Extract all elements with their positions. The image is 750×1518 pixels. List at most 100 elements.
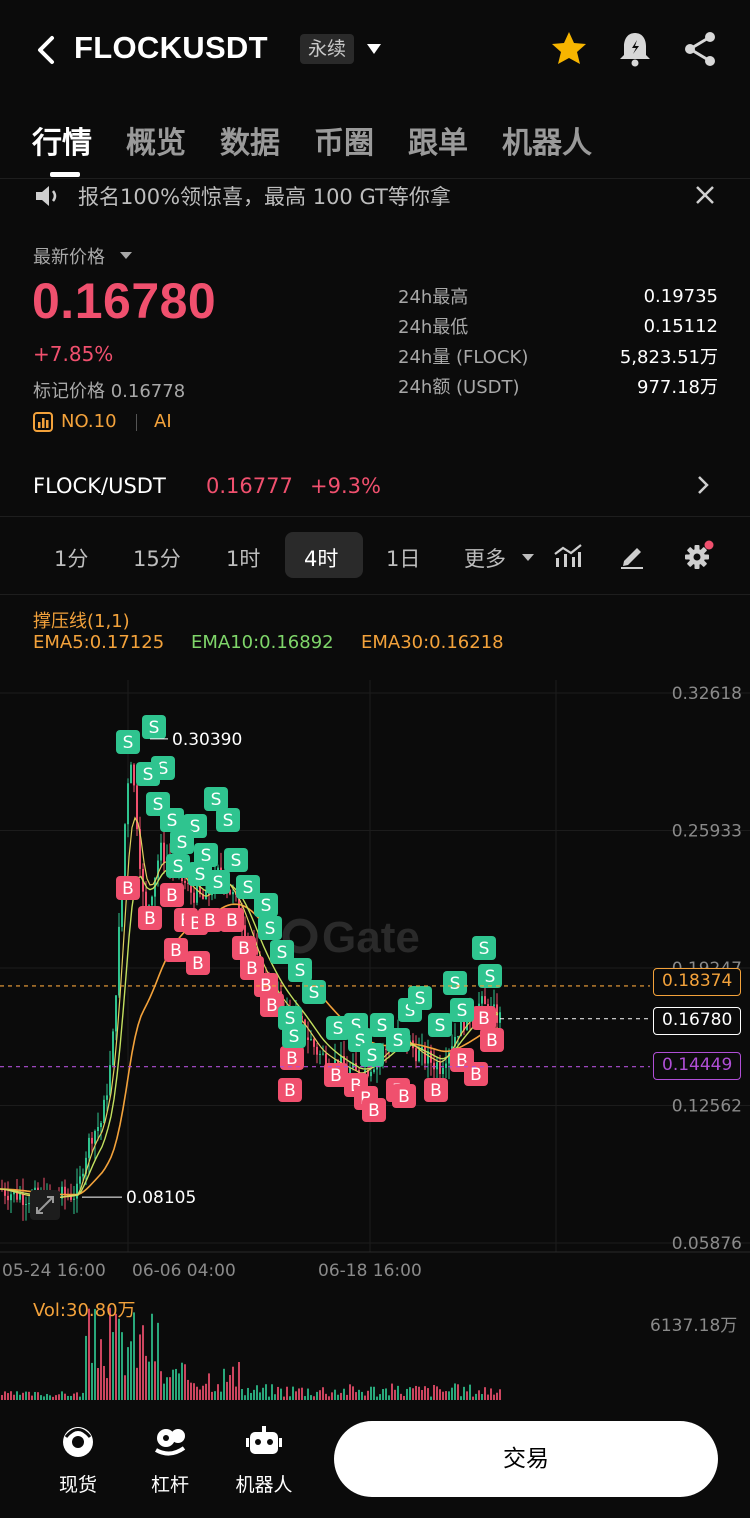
- volume-bar: [421, 1390, 423, 1400]
- svg-text:S: S: [295, 961, 306, 981]
- candle-body: [124, 824, 126, 878]
- svg-text:B: B: [204, 911, 216, 931]
- volume-bar: [265, 1384, 267, 1400]
- candle-body: [103, 1099, 105, 1124]
- volume-bar: [139, 1334, 141, 1400]
- interval-more[interactable]: 更多: [464, 543, 506, 573]
- nav-bot[interactable]: 机器人: [224, 1424, 304, 1497]
- svg-text:S: S: [479, 939, 490, 959]
- volume-bar: [391, 1383, 393, 1400]
- volume-bar: [448, 1391, 450, 1400]
- svg-text:S: S: [485, 967, 496, 987]
- candle-body: [25, 1203, 27, 1205]
- star-icon[interactable]: [550, 30, 588, 68]
- volume-bar: [202, 1385, 204, 1400]
- interval-4h[interactable]: 4时: [304, 543, 338, 573]
- indicator-icon[interactable]: [553, 543, 583, 569]
- volume-bar: [238, 1362, 240, 1400]
- volume-bar: [286, 1386, 288, 1400]
- candle-body: [424, 1046, 426, 1064]
- bell-icon[interactable]: [617, 30, 653, 68]
- tab-market[interactable]: 行情: [32, 118, 92, 162]
- tab-copy-trade[interactable]: 跟单: [408, 118, 468, 162]
- volume-bar: [253, 1389, 255, 1400]
- interval-15m[interactable]: 15分: [133, 543, 181, 573]
- spot-pair-name[interactable]: FLOCK/USDT: [33, 474, 166, 498]
- svg-text:S: S: [415, 989, 426, 1009]
- stat-value: 0.19735: [643, 285, 718, 307]
- svg-text:S: S: [149, 718, 160, 738]
- volume-bar: [142, 1325, 144, 1400]
- candle-body: [127, 783, 129, 825]
- chevron-right-icon[interactable]: [696, 474, 710, 496]
- robot-icon: [246, 1426, 282, 1454]
- chevron-down-icon[interactable]: [366, 42, 382, 56]
- y-tick-label: 0.05876: [672, 1234, 742, 1254]
- close-icon[interactable]: [694, 184, 716, 206]
- volume-bar: [490, 1388, 492, 1400]
- candlestick-chart[interactable]: Gate BBBBBBBBBBBBBBBBBBBBBBBBBBSSSSSSSSS…: [0, 680, 750, 1280]
- expand-icon[interactable]: [30, 1190, 60, 1220]
- promo-banner-text[interactable]: 报名100%领惊喜，最高 100 GT等你拿: [78, 181, 451, 211]
- caret-down-icon[interactable]: [522, 553, 534, 562]
- svg-text:S: S: [223, 811, 234, 831]
- tab-bot[interactable]: 机器人: [502, 118, 592, 162]
- back-icon[interactable]: [32, 30, 60, 70]
- candle-body: [322, 1053, 324, 1055]
- candle-body: [415, 1048, 417, 1062]
- price-change: +7.85%: [33, 342, 114, 366]
- volume-bar: [10, 1391, 12, 1400]
- category-tag[interactable]: AI: [154, 411, 172, 432]
- interval-1h[interactable]: 1时: [226, 543, 260, 573]
- volume-bar: [463, 1386, 465, 1400]
- volume-bar: [352, 1386, 354, 1400]
- tab-community[interactable]: 币圈: [314, 118, 374, 162]
- rank-badge[interactable]: NO.10: [61, 411, 117, 432]
- volume-bar: [250, 1392, 252, 1400]
- divider: [0, 594, 750, 595]
- nav-leverage[interactable]: 杠杆: [130, 1424, 210, 1497]
- svg-text:B: B: [170, 941, 182, 961]
- volume-bar: [295, 1391, 297, 1400]
- sell-marker: S: [428, 1013, 452, 1037]
- sell-marker: S: [288, 958, 312, 982]
- volume-bar: [25, 1391, 27, 1400]
- volume-bar: [418, 1386, 420, 1400]
- support-resistance-indicator[interactable]: 撑压线(1,1): [33, 607, 130, 633]
- nav-spot[interactable]: 现货: [38, 1424, 118, 1497]
- svg-text:S: S: [211, 790, 222, 810]
- latest-price-label[interactable]: 最新价格: [33, 243, 105, 269]
- trade-button[interactable]: 交易: [334, 1421, 718, 1497]
- buy-marker: B: [362, 1098, 386, 1122]
- volume-bar: [160, 1371, 162, 1400]
- candle-body: [193, 892, 195, 903]
- gear-icon[interactable]: [682, 540, 714, 572]
- candle-body: [79, 1176, 81, 1184]
- share-icon[interactable]: [682, 30, 718, 68]
- candle-body: [91, 1137, 93, 1144]
- volume-bar: [112, 1332, 114, 1400]
- tab-data[interactable]: 数据: [220, 118, 280, 162]
- interval-1d[interactable]: 1日: [386, 543, 420, 573]
- tab-overview[interactable]: 概览: [126, 118, 186, 162]
- volume-bar: [457, 1384, 459, 1400]
- volume-bar: [442, 1391, 444, 1400]
- volume-bar: [361, 1391, 363, 1400]
- candle-body: [436, 1062, 438, 1070]
- volume-bar: [370, 1386, 372, 1400]
- ema-line: [0, 867, 499, 1199]
- mark-price: 标记价格 0.16778: [33, 381, 186, 402]
- stat-row: 24h额 (USDT) 977.18万: [398, 371, 718, 401]
- speaker-icon: [36, 186, 57, 206]
- svg-text:S: S: [261, 896, 272, 916]
- candle-body: [493, 1004, 495, 1007]
- svg-text:B: B: [284, 1081, 296, 1101]
- watermark-text: Gate: [322, 913, 420, 962]
- interval-1m[interactable]: 1分: [54, 543, 88, 573]
- contract-type-badge[interactable]: 永续: [300, 34, 355, 64]
- volume-bar: [115, 1313, 117, 1400]
- volume-bar: [445, 1391, 447, 1400]
- draw-tool-icon[interactable]: [618, 543, 646, 569]
- sell-marker: S: [224, 848, 248, 872]
- caret-down-icon[interactable]: [120, 251, 132, 260]
